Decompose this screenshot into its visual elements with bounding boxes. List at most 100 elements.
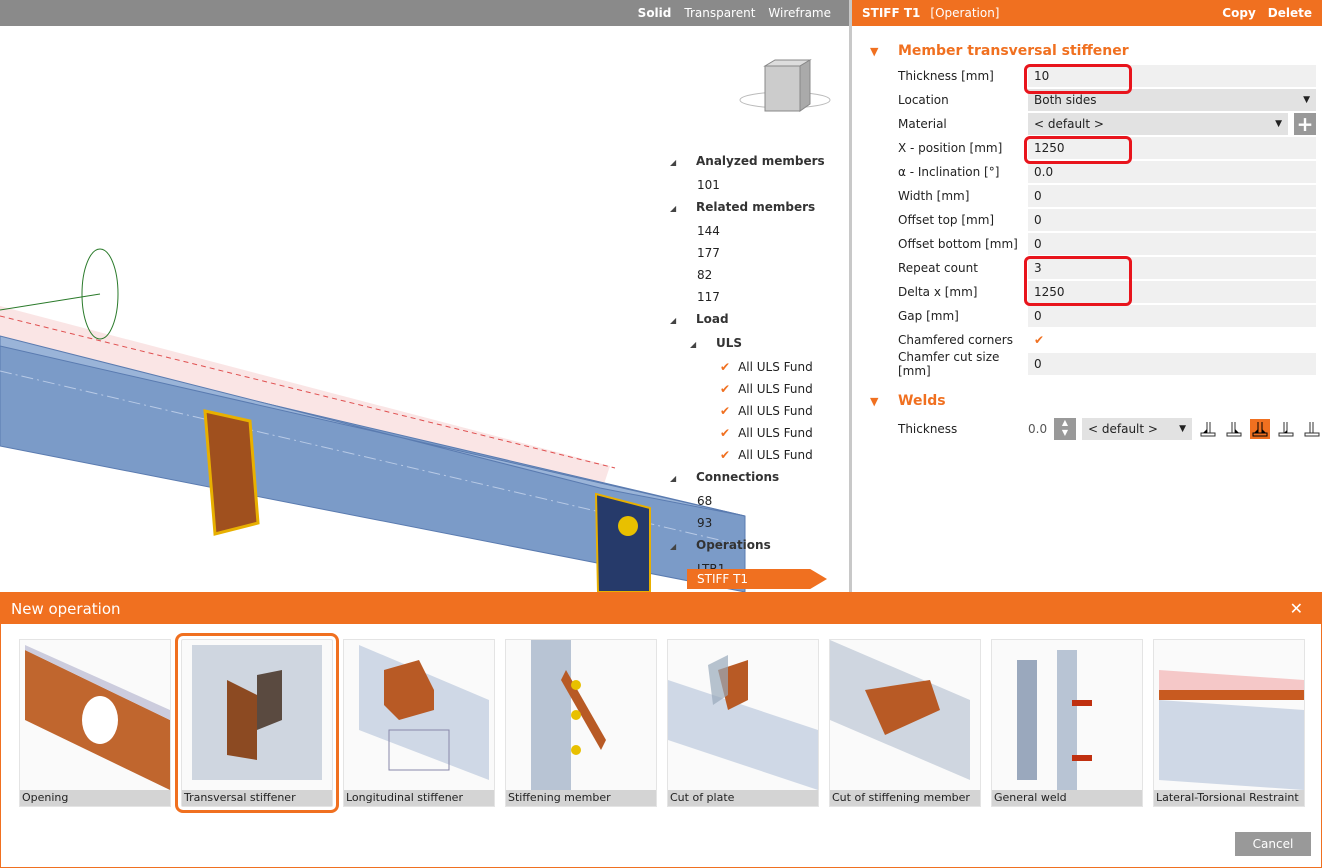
field-row: Offset bottom [mm] 0 — [852, 232, 1322, 256]
operation-tile-general-weld[interactable]: General weld — [991, 639, 1143, 807]
field-value[interactable]: 0 — [1028, 185, 1316, 207]
field-row: Width [mm] 0 — [852, 184, 1322, 208]
copy-button[interactable]: Copy — [1222, 6, 1255, 20]
highlight-box — [1024, 64, 1132, 94]
operation-tile-lateral-torsional-restraint[interactable]: Lateral-Torsional Restraint — [1153, 639, 1305, 807]
field-row: Gap [mm] 0 — [852, 304, 1322, 328]
field-label: Width [mm] — [898, 189, 970, 203]
checkbox-icon[interactable]: ✔ — [720, 448, 730, 462]
checkbox-icon[interactable]: ✔ — [720, 404, 730, 418]
field-label: Repeat count — [898, 261, 978, 275]
field-value[interactable]: 0 — [1028, 233, 1316, 255]
operation-tile-stiffening-member[interactable]: Stiffening member — [505, 639, 657, 807]
operation-thumbnail-icon — [668, 655, 818, 790]
highlight-box — [1024, 136, 1132, 164]
checkbox-icon[interactable]: ✔ — [720, 360, 730, 374]
collapse-icon[interactable]: ▼ — [852, 45, 898, 58]
operation-tile-cut-of-stiffening-member[interactable]: Cut of stiffening member — [829, 639, 981, 807]
mode-wireframe[interactable]: Wireframe — [768, 6, 831, 20]
operation-tile-longitudinal-stiffener[interactable]: Longitudinal stiffener — [343, 639, 495, 807]
add-material-icon[interactable]: + — [1294, 113, 1316, 135]
label: ULS — [716, 336, 743, 350]
weld-type-inner-icon[interactable] — [1276, 419, 1296, 439]
tree-related-members[interactable]: ◢ Related members — [670, 196, 825, 220]
operation-thumbnail-icon — [830, 640, 970, 780]
load-case-item[interactable]: ✔ All ULS Fund — [670, 400, 825, 422]
tree-analyzed-members[interactable]: ◢ Analyzed members — [670, 150, 825, 174]
cancel-button[interactable]: Cancel — [1235, 832, 1311, 856]
tree-item[interactable]: 177 — [670, 242, 825, 264]
operation-name: STIFF T1 — [862, 6, 921, 20]
view-mode-toolbar: Solid Transparent Wireframe — [0, 0, 849, 26]
properties-panel: STIFF T1 [Operation] Copy Delete ▼ Member… — [852, 0, 1322, 592]
operation-thumbnail-icon — [192, 645, 322, 780]
mode-transparent[interactable]: Transparent — [684, 6, 755, 20]
operation-thumbnail-icon — [359, 645, 489, 780]
load-case-item[interactable]: ✔ All ULS Fund — [670, 356, 825, 378]
checkbox-icon[interactable]: ✔ — [720, 426, 730, 440]
field-row: Offset top [mm] 0 — [852, 208, 1322, 232]
field-label: Location — [898, 93, 949, 107]
tree-uls[interactable]: ◢ ULS — [670, 332, 825, 356]
operation-thumbnail-icon — [25, 645, 170, 790]
field-label: Delta x [mm] — [898, 285, 978, 299]
view-cube-icon[interactable] — [739, 59, 831, 112]
3d-viewport[interactable]: Solid Transparent Wireframe ◢ Analyzed me… — [0, 0, 849, 592]
field-value[interactable]: 0 — [1028, 353, 1316, 375]
section-title: Member transversal stiffener — [898, 43, 1129, 59]
weld-type-left-icon[interactable] — [1198, 419, 1218, 439]
tree-item[interactable]: 82 — [670, 264, 825, 286]
tile-label: Stiffening member — [506, 790, 656, 806]
operation-thumbnail-icon — [531, 640, 606, 790]
field-label: Offset top [mm] — [898, 213, 995, 227]
close-icon[interactable]: ✕ — [1290, 599, 1303, 618]
collapse-icon[interactable]: ▼ — [852, 395, 898, 408]
operation-tile-transversal-stiffener[interactable]: Transversal stiffener — [175, 633, 339, 813]
label: Analyzed members — [696, 154, 825, 168]
field-value[interactable]: 0 — [1028, 305, 1316, 327]
tile-label: Longitudinal stiffener — [344, 790, 494, 806]
field-label: Thickness — [898, 422, 958, 436]
tree-operations[interactable]: ◢ Operations — [670, 534, 825, 558]
mode-solid[interactable]: Solid — [638, 6, 672, 20]
tree-load[interactable]: ◢ Load — [670, 308, 825, 332]
weld-thickness-row: Thickness 0.0 ▲ ▼ < default > — [852, 414, 1322, 444]
load-case-item[interactable]: ✔ All ULS Fund — [670, 444, 825, 466]
field-value[interactable]: 0.0 — [1028, 161, 1316, 183]
checkbox-icon[interactable]: ✔ — [720, 382, 730, 396]
field-value[interactable]: ✔ — [1028, 329, 1316, 351]
selected-operation-tag[interactable]: STIFF T1 — [687, 569, 827, 589]
label: All ULS Fund — [738, 426, 813, 440]
spinner-icon[interactable]: ▲ ▼ — [1054, 418, 1076, 440]
section-welds[interactable]: ▼ Welds — [852, 388, 1322, 414]
weld-type-right-icon[interactable] — [1224, 419, 1244, 439]
tree-item[interactable]: 144 — [670, 220, 825, 242]
tree-connections[interactable]: ◢ Connections — [670, 466, 825, 490]
field-label: Material — [898, 117, 947, 131]
operation-tile-opening[interactable]: Opening — [19, 639, 171, 807]
label: Connections — [696, 470, 780, 484]
weld-type-both-icon[interactable] — [1250, 419, 1270, 439]
tree-item[interactable]: 117 — [670, 286, 825, 308]
weld-thickness-value[interactable]: 0.0 — [1028, 422, 1048, 436]
tree-item[interactable]: 101 — [670, 174, 825, 196]
delete-button[interactable]: Delete — [1268, 6, 1312, 20]
tree-item[interactable]: 93 — [670, 512, 825, 534]
field-label: X - position [mm] — [898, 141, 1003, 155]
field-value[interactable]: < default > — [1028, 113, 1288, 135]
section-stiffener[interactable]: ▼ Member transversal stiffener — [852, 38, 1322, 64]
tile-label: General weld — [992, 790, 1142, 806]
load-case-item[interactable]: ✔ All ULS Fund — [670, 422, 825, 444]
weld-material-dropdown[interactable]: < default > — [1082, 418, 1192, 440]
field-value[interactable]: 0 — [1028, 209, 1316, 231]
field-label: α - Inclination [°] — [898, 165, 1000, 179]
weld-type-none-icon[interactable] — [1302, 419, 1322, 439]
model-tree: ◢ Analyzed members 101 ◢ Related members 1… — [670, 150, 825, 580]
operation-tile-cut-of-plate[interactable]: Cut of plate — [667, 639, 819, 807]
highlight-box — [1024, 256, 1132, 306]
tree-item[interactable]: 68 — [670, 490, 825, 512]
load-case-item[interactable]: ✔ All ULS Fund — [670, 378, 825, 400]
operation-thumbnail-icon — [1017, 650, 1092, 790]
field-label: Chamfered corners — [898, 333, 1013, 347]
tile-label: Lateral-Torsional Restraint — [1154, 790, 1304, 806]
